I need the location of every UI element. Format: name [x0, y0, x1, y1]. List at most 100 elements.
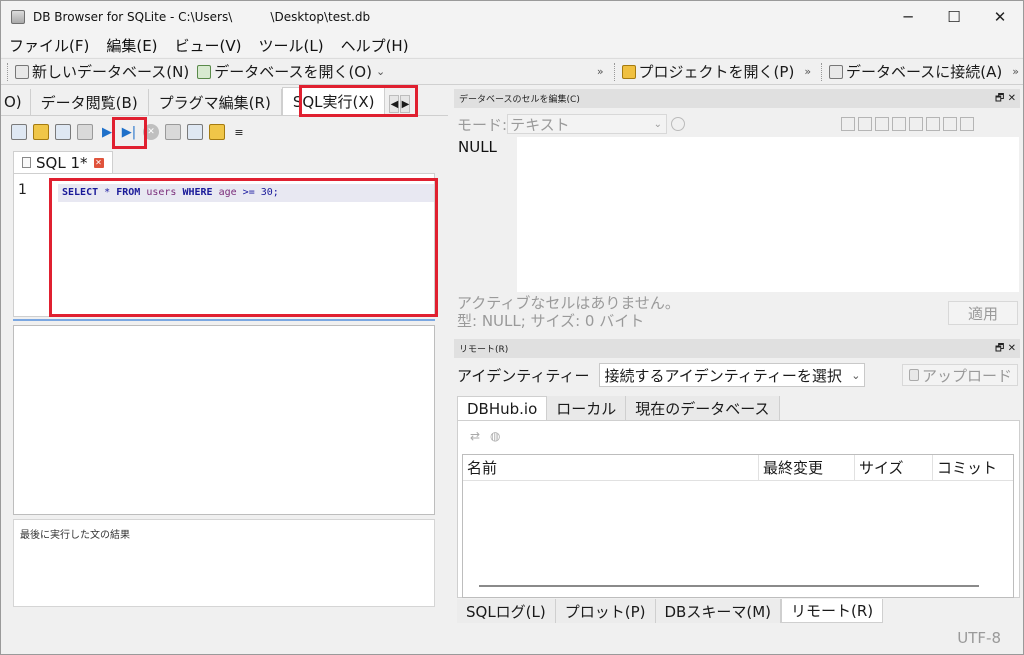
refresh-icon[interactable]: ⇄ — [470, 429, 484, 443]
editor-splitter[interactable] — [13, 319, 435, 321]
highlight-sql-tab — [299, 85, 418, 117]
import-icon[interactable] — [841, 117, 855, 131]
menu-bar: ファイル(F) 編集(E) ビュー(V) ツール(L) ヘルプ(H) — [1, 33, 1023, 57]
hex-mode-icon[interactable] — [960, 117, 974, 131]
window-title: DB Browser for SQLite - C:\Users\ \Deskt… — [33, 10, 371, 24]
comment-toggle-icon[interactable]: ≡ — [231, 124, 247, 140]
toolbar-grip[interactable] — [7, 62, 10, 81]
new-database-icon — [15, 64, 29, 79]
menu-view[interactable]: ビュー(V) — [167, 35, 251, 56]
tab-browse-data[interactable]: データ閲覧(B) — [31, 89, 149, 115]
new-database-label: 新しいデータベース(N) — [32, 63, 190, 81]
tab-plot[interactable]: プロット(P) — [555, 599, 656, 623]
export-icon[interactable] — [875, 117, 889, 131]
main-toolbar: 新しいデータベース(N) データベースを開く(O) ⌄ » プロジェクトを開く(… — [1, 58, 1023, 85]
identity-value: 接続するアイデンティティーを選択 — [604, 366, 842, 385]
title-bar: DB Browser for SQLite - C:\Users\ \Deskt… — [1, 1, 1023, 33]
apply-button[interactable]: 適用 — [948, 301, 1018, 325]
find-text-icon[interactable] — [187, 124, 203, 140]
column-header-name[interactable]: 名前 — [463, 454, 759, 481]
find-replace-icon[interactable] — [209, 124, 225, 140]
database-app-icon — [11, 10, 25, 24]
last-result-label: 最後に実行した文の結果 — [20, 530, 130, 541]
remote-file-table[interactable]: 名前 最終変更 サイズ コミット — [462, 454, 1014, 598]
clone-icon[interactable]: ◍ — [490, 429, 504, 443]
open-database-icon — [197, 64, 212, 79]
mode-label: モード: — [457, 115, 508, 134]
cell-info: アクティブなセルはありません。 型: NULL; サイズ: 0 バイト — [457, 294, 680, 330]
attach-database-button[interactable]: データベースに接続(A) — [827, 61, 1008, 82]
menu-file[interactable]: ファイル(F) — [1, 35, 98, 56]
minimize-button[interactable]: ─ — [885, 1, 931, 33]
open-sql-file-icon[interactable] — [33, 124, 49, 140]
remote-panel: ⇄ ◍ 名前 最終変更 サイズ コミット — [457, 420, 1020, 598]
print-icon[interactable] — [77, 124, 93, 140]
last-result-message: 最後に実行した文の結果 — [13, 519, 435, 607]
close-tab-icon[interactable]: ✕ — [93, 157, 104, 168]
identity-row: アイデンティティー 接続するアイデンティティーを選択 ⌄ — [457, 363, 866, 387]
image-mode-icon[interactable] — [943, 117, 957, 131]
open-tab-icon[interactable] — [11, 124, 27, 140]
identity-label: アイデンティティー — [457, 366, 590, 385]
chevron-down-icon: ⌄ — [851, 368, 861, 382]
new-database-button[interactable]: 新しいデータベース(N) — [13, 61, 195, 82]
sql-editor-tab[interactable]: SQL 1* ✕ — [13, 151, 113, 173]
document-icon — [22, 157, 31, 168]
save-sql-file-icon[interactable] — [55, 124, 71, 140]
sql-tab-label: SQL 1* — [36, 153, 88, 172]
mode-value: テキスト — [510, 115, 570, 134]
save-results-icon[interactable] — [165, 124, 181, 140]
mode-row: モード: テキスト ⌄ — [457, 114, 686, 134]
maximize-button[interactable]: ☐ — [931, 1, 977, 33]
column-header-size[interactable]: サイズ — [855, 454, 933, 481]
upload-label: アップロード — [922, 366, 1013, 385]
cell-editor-icons — [841, 117, 977, 131]
identity-select[interactable]: 接続するアイデンティティーを選択 ⌄ — [599, 363, 866, 387]
tab-local[interactable]: ローカル — [547, 396, 627, 420]
remote-dock-title: リモート(R) 🗗 ✕ — [454, 339, 1020, 358]
toolbar-overflow-icon[interactable]: » — [804, 65, 811, 78]
cell-text-area[interactable] — [517, 137, 1019, 292]
edit-cell-dock-title: データベースのセルを編集(C) 🗗 ✕ — [454, 89, 1020, 108]
upload-icon — [909, 369, 919, 381]
set-null-icon[interactable] — [892, 117, 906, 131]
dock-float-close-icons[interactable]: 🗗 ✕ — [995, 341, 1016, 358]
column-header-modified[interactable]: 最終変更 — [759, 454, 855, 481]
results-grid[interactable] — [13, 325, 435, 515]
open-project-button[interactable]: プロジェクトを開く(P) — [620, 61, 801, 82]
toolbar-grip[interactable] — [613, 62, 617, 81]
upload-button[interactable]: アップロード — [902, 364, 1018, 386]
tab-structure[interactable]: O) — [1, 89, 31, 115]
attach-database-label: データベースに接続(A) — [846, 63, 1003, 81]
open-database-label: データベースを開く(O) — [214, 63, 372, 81]
null-value-label: NULL — [458, 138, 497, 156]
tab-edit-pragmas[interactable]: プラグマ編集(R) — [149, 89, 282, 115]
tab-current-database[interactable]: 現在のデータベース — [626, 396, 780, 420]
mode-select[interactable]: テキスト ⌄ — [507, 114, 668, 134]
word-wrap-icon[interactable] — [858, 117, 872, 131]
tab-db-schema[interactable]: DBスキーマ(M) — [655, 599, 781, 623]
open-database-button[interactable]: データベースを開く(O) ⌄ — [195, 61, 395, 82]
tab-sql-log[interactable]: SQLログ(L) — [457, 599, 556, 623]
auto-format-icon[interactable] — [671, 117, 686, 131]
tab-dbhub[interactable]: DBHub.io — [457, 396, 548, 420]
close-window-button[interactable]: ✕ — [977, 1, 1023, 33]
column-header-commit[interactable]: コミット — [933, 455, 1013, 481]
menu-tools[interactable]: ツール(L) — [251, 35, 333, 56]
chevron-down-icon[interactable]: ⌄ — [376, 65, 385, 78]
app-window: DB Browser for SQLite - C:\Users\ \Deskt… — [0, 0, 1024, 655]
edit-cell-title: データベースのセルを編集(C) — [459, 95, 580, 105]
auto-apply-icon[interactable] — [909, 117, 923, 131]
remote-tab-bar: DBHub.io ローカル 現在のデータベース — [457, 395, 780, 420]
line-number: 1 — [18, 182, 27, 198]
dock-float-close-icons[interactable]: 🗗 ✕ — [995, 91, 1016, 108]
highlight-execute-button — [112, 117, 147, 149]
menu-edit[interactable]: 編集(E) — [98, 35, 166, 56]
toolbar-overflow-icon[interactable]: » — [1012, 65, 1019, 78]
text-mode-icon[interactable] — [926, 117, 940, 131]
menu-help[interactable]: ヘルプ(H) — [333, 35, 418, 56]
toolbar-overflow-icon[interactable]: » — [597, 65, 604, 78]
tab-remote[interactable]: リモート(R) — [781, 599, 884, 623]
horizontal-scrollbar[interactable] — [479, 585, 979, 587]
toolbar-grip[interactable] — [821, 62, 824, 81]
